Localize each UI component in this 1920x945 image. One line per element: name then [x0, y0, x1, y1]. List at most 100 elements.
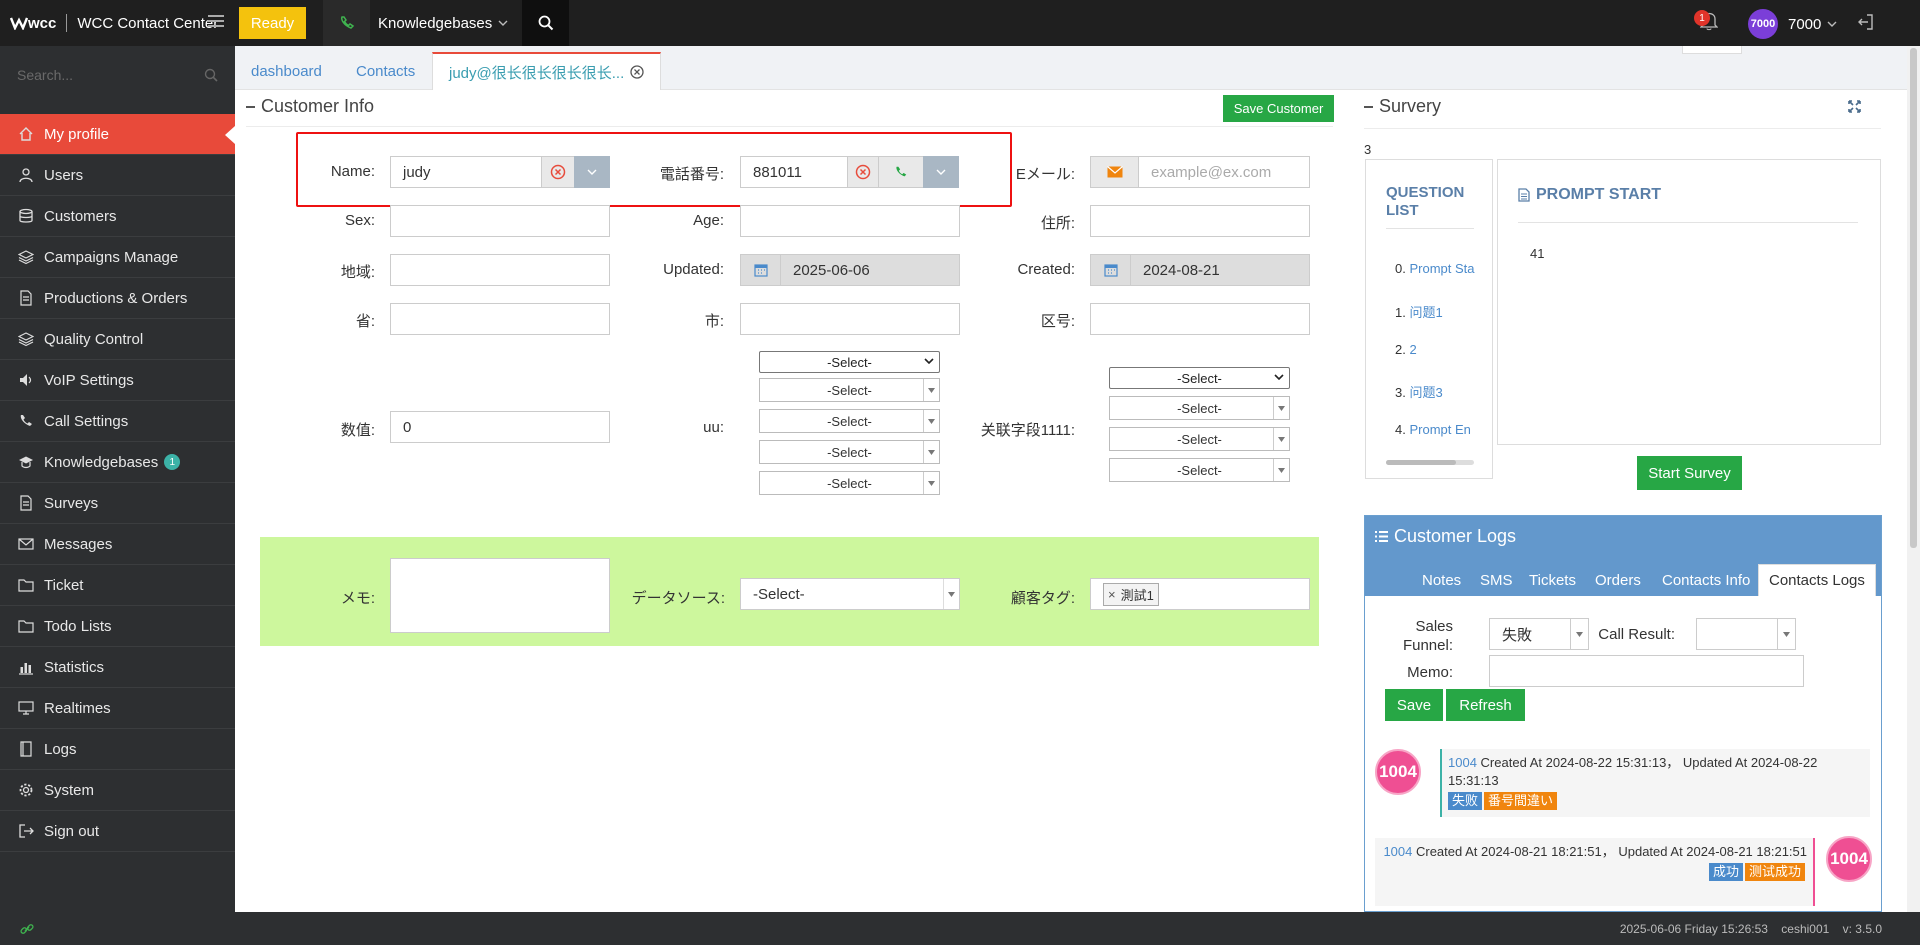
tab-contacts-logs[interactable]: Contacts Logs	[1758, 564, 1876, 596]
question-item[interactable]: 3. 问题3	[1395, 382, 1443, 401]
tab-contacts-info[interactable]: Contacts Info	[1662, 564, 1750, 596]
sidebar-item-realtimes[interactable]: Realtimes	[0, 688, 235, 729]
caret-down-icon	[1278, 467, 1285, 473]
survey-header[interactable]: Survery	[1364, 96, 1441, 117]
memo-textarea[interactable]	[390, 558, 610, 633]
phone-dropdown-button[interactable]	[923, 156, 959, 188]
document-icon	[1518, 188, 1530, 202]
tag-chip[interactable]: × 測試1	[1103, 582, 1159, 606]
close-icon[interactable]	[630, 65, 644, 79]
related-select[interactable]: -Select-	[1109, 367, 1290, 389]
search-icon[interactable]	[204, 68, 218, 82]
sex-label: Sex:	[344, 212, 375, 229]
log-memo-field[interactable]	[1489, 655, 1804, 687]
uu-select[interactable]: -Select-	[759, 351, 940, 373]
sidebar-item-statistics[interactable]: Statistics	[0, 647, 235, 688]
sidebar-item-users[interactable]: Users	[0, 155, 235, 196]
phone-button[interactable]	[323, 0, 370, 46]
uu-select-3[interactable]: -Select-	[759, 440, 940, 464]
sidebar-item-todo-lists[interactable]: Todo Lists	[0, 606, 235, 647]
panel-toggle[interactable]	[1682, 46, 1742, 54]
clear-name-button[interactable]	[541, 156, 575, 188]
related-select-1[interactable]: -Select-	[1109, 396, 1290, 420]
tab-customer-judy[interactable]: judy@很长很长很长很长...	[432, 52, 662, 90]
sidebar-item-ticket[interactable]: Ticket	[0, 565, 235, 606]
question-item[interactable]: 4. Prompt En	[1395, 422, 1471, 437]
sidebar-item-logs[interactable]: Logs	[0, 729, 235, 770]
sidebar-search-input[interactable]	[17, 67, 187, 83]
tab-contacts[interactable]: Contacts	[340, 52, 431, 90]
phone-field[interactable]: 881011	[740, 156, 848, 188]
address-field[interactable]	[1090, 205, 1310, 237]
question-link[interactable]: 2	[1409, 342, 1416, 357]
save-log-button[interactable]: Save	[1385, 689, 1443, 721]
related-select-2[interactable]: -Select-	[1109, 427, 1290, 451]
number-field[interactable]: 0	[390, 411, 610, 443]
sidebar-item-sign-out[interactable]: Sign out	[0, 811, 235, 852]
province-field[interactable]	[390, 303, 610, 335]
menu-toggle-icon[interactable]	[208, 14, 224, 28]
sex-field[interactable]	[390, 205, 610, 237]
sidebar-item-customers[interactable]: Customers	[0, 196, 235, 237]
expand-icon[interactable]	[1848, 100, 1861, 113]
sidebar-item-campaigns-manage[interactable]: Campaigns Manage	[0, 237, 235, 278]
tab-notes[interactable]: Notes	[1422, 564, 1461, 596]
user-menu[interactable]: 7000 7000	[1748, 9, 1837, 39]
region-field[interactable]	[390, 254, 610, 286]
calendar-icon	[754, 264, 768, 277]
tab-dashboard[interactable]: dashboard	[235, 52, 338, 90]
customer-tag-field[interactable]: × 測試1	[1090, 578, 1310, 610]
uu-select-2[interactable]: -Select-	[759, 409, 940, 433]
caret-down-icon	[1576, 631, 1583, 637]
clear-phone-button[interactable]	[847, 156, 879, 188]
datasource-select[interactable]: -Select-	[740, 578, 960, 610]
question-link[interactable]: Prompt Sta	[1409, 261, 1474, 276]
question-link[interactable]: 问题3	[1409, 385, 1442, 400]
age-field[interactable]	[740, 205, 960, 237]
sales-funnel-select[interactable]: 失敗	[1489, 618, 1589, 650]
sidebar-item-productions-orders[interactable]: Productions & Orders	[0, 278, 235, 319]
ready-status-button[interactable]: Ready	[239, 7, 306, 39]
start-survey-button[interactable]: Start Survey	[1637, 456, 1742, 490]
question-item[interactable]: 0. Prompt Sta	[1395, 261, 1475, 276]
question-link[interactable]: 问题1	[1409, 305, 1442, 320]
city-field[interactable]	[740, 303, 960, 335]
sidebar-item-my-profile[interactable]: My profile	[0, 114, 235, 155]
sidebar-item-system[interactable]: System	[0, 770, 235, 811]
module-menu[interactable]: Knowledgebases	[378, 0, 508, 46]
sidebar-item-quality-control[interactable]: Quality Control	[0, 319, 235, 360]
sidebar-item-messages[interactable]: Messages	[0, 524, 235, 565]
district-field[interactable]	[1090, 303, 1310, 335]
call-phone-button[interactable]	[878, 156, 924, 188]
uu-select-1[interactable]: -Select-	[759, 378, 940, 402]
uu-select-4[interactable]: -Select-	[759, 471, 940, 495]
name-field[interactable]: judy	[390, 156, 542, 188]
call-result-select[interactable]	[1696, 618, 1796, 650]
global-search-button[interactable]	[522, 0, 569, 46]
log-id-link[interactable]: 1004	[1383, 844, 1412, 859]
sidebar-item-call-settings[interactable]: Call Settings	[0, 401, 235, 442]
log-id-link[interactable]: 1004	[1448, 755, 1477, 770]
tab-sms[interactable]: SMS	[1480, 564, 1513, 596]
sidebar-item-voip-settings[interactable]: VoIP Settings	[0, 360, 235, 401]
name-dropdown-button[interactable]	[574, 156, 610, 188]
sidebar-item-label: Messages	[44, 535, 113, 553]
sidebar-item-surveys[interactable]: Surveys	[0, 483, 235, 524]
remove-tag-icon[interactable]: ×	[1108, 587, 1116, 602]
tab-orders[interactable]: Orders	[1595, 564, 1641, 596]
page-scrollbar[interactable]	[1907, 46, 1920, 912]
question-item[interactable]: 2. 2	[1395, 342, 1417, 357]
refresh-button[interactable]: Refresh	[1446, 689, 1525, 721]
logout-icon[interactable]	[1857, 13, 1875, 31]
sidebar-item-knowledgebases[interactable]: Knowledgebases 1	[0, 442, 235, 483]
tab-tickets[interactable]: Tickets	[1529, 564, 1576, 596]
question-link[interactable]: Prompt En	[1409, 422, 1470, 437]
horizontal-scrollbar[interactable]	[1386, 460, 1474, 465]
customer-logs-title: Customer Logs	[1375, 526, 1516, 547]
save-customer-button[interactable]: Save Customer	[1223, 95, 1334, 122]
related-select-3[interactable]: -Select-	[1109, 458, 1290, 482]
customer-info-header[interactable]: Customer Info	[246, 96, 374, 117]
select-value: -Select-	[1177, 431, 1222, 447]
question-item[interactable]: 1. 问题1	[1395, 302, 1443, 321]
email-field[interactable]: example@ex.com	[1138, 156, 1310, 188]
